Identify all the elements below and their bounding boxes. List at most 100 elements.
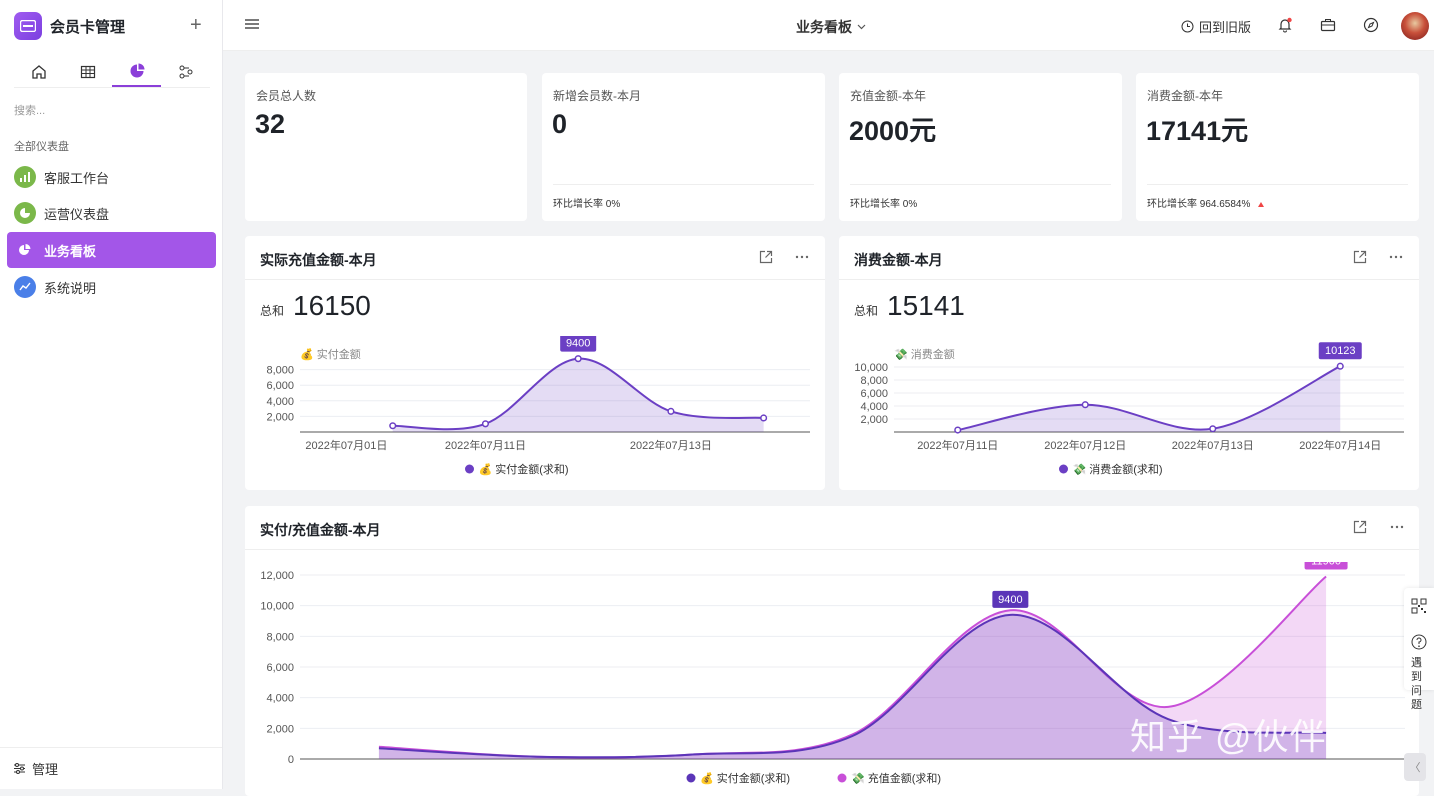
bar-chart-icon — [14, 166, 36, 188]
pie-chart-icon — [14, 202, 36, 224]
stat-card-recharge-year: 充值金额-本年 2000元 环比增长率 0% — [839, 73, 1122, 221]
open-external-icon[interactable] — [1353, 250, 1367, 264]
legend-top: 💸 消费金额 — [894, 347, 955, 361]
y-tick-label: 12,000 — [260, 570, 294, 582]
add-dashboard-button[interactable]: + — [190, 15, 202, 35]
stat-value: 32 — [255, 109, 286, 139]
page-title-dropdown[interactable]: 业务看板 — [796, 17, 866, 37]
y-tick-label: 4,000 — [266, 693, 294, 705]
data-point — [954, 426, 962, 434]
data-point — [1336, 362, 1344, 370]
sidebar-item-label: 客服工作台 — [44, 170, 110, 186]
y-tick-label: 8,000 — [266, 631, 294, 643]
x-tick-label: 2022年07月01日 — [305, 438, 387, 452]
y-tick-label: 8,000 — [266, 365, 294, 377]
sidebar-group-label: 全部仪表盘 — [14, 141, 69, 153]
card-divider — [245, 279, 825, 280]
stat-growth-rate: 环比增长率 0% — [553, 184, 814, 210]
legend-marker — [686, 773, 696, 783]
data-point — [481, 420, 490, 428]
chart-title: 实付/充值金额-本月 — [260, 522, 381, 538]
legend-marker — [837, 773, 847, 783]
pie-chart-icon — [130, 63, 144, 77]
sum-value: 16150 — [293, 290, 371, 321]
sidebar-search-input[interactable]: 搜索... — [14, 102, 45, 118]
briefcase-icon[interactable] — [1320, 17, 1336, 33]
app-title: 会员卡管理 — [50, 18, 126, 36]
stat-card-total-members: 会员总人数 32 — [245, 73, 527, 221]
stat-label: 充值金额-本年 — [850, 89, 926, 103]
menu-icon[interactable] — [245, 18, 259, 30]
user-avatar[interactable] — [1401, 12, 1429, 40]
recharge-area-chart: 2,000 4,000 6,000 8,000 2022年07月01日 2022年07月1… — [266, 336, 810, 476]
card-divider — [839, 279, 1419, 280]
sidebar: 会员卡管理 + 搜索... 全部仪表盘 客服工作台 运营仪表盘 业务看板 系统说… — [0, 0, 223, 789]
pie-chart-icon — [14, 239, 36, 261]
stat-card-consume-year: 消费金额-本年 17141元 环比增长率 964.6584% — [1136, 73, 1419, 221]
sidebar-item-operations[interactable]: 运营仪表盘 — [7, 195, 216, 231]
y-tick-label: 6,000 — [266, 380, 294, 392]
sum-value: 15141 — [887, 290, 965, 321]
stat-value: 0 — [552, 109, 568, 139]
data-label: 9400 — [566, 338, 590, 350]
sidebar-item-service-desk[interactable]: 客服工作台 — [7, 159, 216, 195]
data-point — [1081, 401, 1089, 409]
bell-icon[interactable] — [1277, 17, 1293, 33]
collapse-panel-button[interactable]: 〈 — [1404, 753, 1426, 781]
data-label: 11900 — [1311, 562, 1341, 568]
more-icon[interactable] — [1390, 520, 1404, 534]
data-label: 9400 — [998, 594, 1022, 606]
help-label[interactable]: 遇到问题 — [1411, 656, 1431, 712]
tab-home[interactable] — [14, 56, 63, 87]
y-tick-label: 2,000 — [266, 723, 294, 735]
compass-icon[interactable] — [1363, 17, 1379, 33]
y-tick-label: 2,000 — [266, 411, 294, 423]
help-circle-icon[interactable] — [1411, 634, 1427, 650]
sidebar-item-system-notes[interactable]: 系统说明 — [7, 269, 216, 305]
back-to-old-version-label: 回到旧版 — [1199, 20, 1252, 35]
arrow-up-icon — [1258, 202, 1265, 207]
data-point — [1209, 425, 1217, 433]
tab-dashboard[interactable] — [112, 56, 161, 87]
sidebar-tabs — [14, 56, 210, 88]
manage-button[interactable]: 管理 — [0, 747, 222, 789]
sidebar-item-label: 业务看板 — [44, 243, 97, 259]
watermark: 知乎 @伙伴云 — [1130, 716, 1364, 757]
more-icon[interactable] — [1389, 250, 1403, 264]
stat-value: 2000元 — [849, 116, 937, 146]
data-point — [389, 422, 397, 430]
sum-label: 总和 — [854, 304, 879, 318]
back-to-old-version-button[interactable]: 回到旧版 — [1181, 17, 1251, 36]
chart-card-recharge-month: 实际充值金额-本月 总和 16150 2,000 4,000 6,000 8,000 2… — [245, 236, 825, 490]
data-label: 10123 — [1325, 345, 1356, 357]
trend-icon — [14, 276, 36, 298]
open-external-icon[interactable] — [759, 250, 773, 264]
tab-workflow[interactable] — [161, 56, 210, 87]
legend-entry: 💸 充值金额(求和) — [851, 771, 941, 785]
stat-growth-rate-footer: 环比增长率 964.6584% — [1147, 184, 1408, 210]
stat-label: 消费金额-本年 — [1147, 89, 1223, 103]
stat-label: 会员总人数 — [256, 89, 317, 103]
stat-growth-rate: 环比增长率 964.6584% — [1147, 199, 1251, 210]
y-tick-label: 6,000 — [860, 388, 888, 400]
tab-table[interactable] — [63, 56, 112, 87]
x-tick-label: 2022年07月12日 — [1044, 438, 1126, 452]
sidebar-item-business-board[interactable]: 业务看板 — [7, 232, 216, 268]
qr-code-icon[interactable] — [1411, 598, 1427, 614]
data-point — [760, 414, 768, 422]
legend-marker — [1059, 464, 1068, 474]
y-tick-label: 0 — [288, 754, 294, 766]
home-icon — [31, 64, 46, 79]
consume-area-chart: 2,0004,0006,0008,00010,000 2022年07月11日 202… — [854, 342, 1404, 476]
clock-back-icon — [1181, 20, 1194, 33]
chart-title: 实际充值金额-本月 — [260, 252, 377, 268]
data-point — [667, 407, 675, 415]
open-external-icon[interactable] — [1353, 520, 1367, 534]
stat-value: 17141元 — [1146, 116, 1249, 146]
y-tick-label: 4,000 — [266, 396, 294, 408]
table-icon — [80, 65, 95, 78]
chart-title: 消费金额-本月 — [854, 252, 943, 268]
page-title: 业务看板 — [796, 19, 852, 35]
chevron-down-icon — [857, 24, 866, 30]
more-icon[interactable] — [795, 250, 809, 264]
